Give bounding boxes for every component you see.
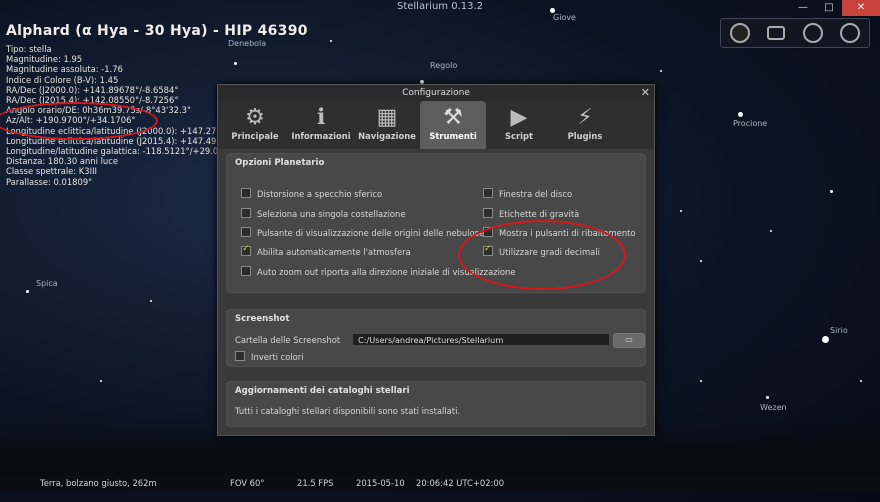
star	[680, 210, 682, 212]
checkbox-label: Seleziona una singola costellazione	[257, 209, 406, 219]
checkbox-box[interactable]	[241, 266, 251, 276]
tab-label: Plugins	[567, 131, 603, 141]
browse-folder-button[interactable]: ▭	[613, 333, 645, 348]
status-fps: 21.5 FPS	[297, 478, 334, 488]
star-procione[interactable]	[738, 112, 743, 117]
tab-label: Informazioni	[291, 131, 351, 141]
info-line: Magnitudine: 1.95	[6, 54, 83, 65]
group-title: Opzioni Planetario	[235, 158, 325, 168]
status-time: 20:06:42 UTC+02:00	[416, 478, 505, 488]
checkbox-invert-colors[interactable]: Inverti colori	[235, 351, 304, 362]
checkbox-box-checked[interactable]	[241, 244, 251, 256]
window-controls: — □ ✕	[790, 0, 880, 16]
checkbox-box[interactable]	[241, 188, 251, 198]
annotation-ellipse-azalt	[0, 102, 158, 140]
star-label-procione: Procione	[733, 119, 768, 128]
tab-label: Navigazione	[358, 131, 416, 141]
status-location[interactable]: Terra, bolzano giusto, 262m	[40, 478, 157, 488]
star	[700, 260, 702, 262]
star	[100, 380, 102, 382]
star	[150, 300, 152, 302]
checkbox-box[interactable]	[235, 351, 245, 361]
folder-icon: ▭	[625, 335, 633, 344]
status-date: 2015-05-10	[356, 478, 405, 488]
minimize-button[interactable]: —	[790, 0, 816, 16]
tab-informazioni[interactable]: ℹ Informazioni	[288, 101, 354, 149]
play-icon: ▶	[510, 105, 528, 130]
target-icon[interactable]	[802, 23, 823, 43]
tab-plugins[interactable]: ⚡ Plugins	[552, 101, 618, 149]
dialog-close-button[interactable]: ✕	[641, 86, 650, 99]
close-button[interactable]: ✕	[842, 0, 880, 16]
annotation-ellipse-decimal	[458, 220, 626, 290]
quit-icon[interactable]	[840, 23, 861, 43]
star-label-sirio: Sirio	[830, 326, 848, 335]
checkbox-box[interactable]	[483, 188, 493, 198]
info-line: Magnitudine assoluta: -1.76	[6, 64, 123, 75]
group-title: Aggiornamenti dei cataloghi stellari	[235, 386, 410, 396]
screenshot-options: Screenshot Cartella delle Screenshot C:/…	[226, 309, 646, 367]
checkbox-box[interactable]	[241, 227, 251, 237]
checkbox-gravity-labels[interactable]: Etichette di gravità	[483, 208, 579, 219]
screenshot-folder-label: Cartella delle Screenshot	[235, 335, 341, 345]
checkbox-box[interactable]	[483, 208, 493, 218]
checkbox-label: Finestra del disco	[499, 189, 573, 199]
checkbox-label: Distorsione a specchio sferico	[257, 189, 383, 199]
checkbox-disk-viewport[interactable]: Finestra del disco	[483, 188, 572, 199]
group-title: Screenshot	[235, 314, 290, 324]
star-spica[interactable]	[26, 290, 29, 293]
star-wezen[interactable]	[766, 396, 769, 399]
tab-navigazione[interactable]: ▦ Navigazione	[354, 101, 420, 149]
info-line: Tipo: stella	[6, 44, 52, 54]
star	[830, 190, 833, 193]
gear-icon: ⚙	[245, 105, 265, 130]
star-label-wezen: Wezen	[760, 403, 787, 412]
maximize-button[interactable]: □	[816, 0, 842, 16]
dialog-title: Configurazione	[218, 85, 654, 101]
checkbox-label: Abilita automaticamente l'atmosfera	[257, 247, 411, 257]
star	[330, 40, 332, 42]
star-catalog-updates: Aggiornamenti dei cataloghi stellari Tut…	[226, 381, 646, 427]
tools-icon: ⚒	[443, 105, 463, 130]
tab-content: Opzioni Planetario Distorsione a specchi…	[226, 153, 646, 429]
checkbox-auto-atmosphere[interactable]: Abilita automaticamente l'atmosfera	[241, 244, 411, 257]
status-fov: FOV 60°	[230, 478, 265, 488]
checkbox-nebula-button[interactable]: Pulsante di visualizzazione delle origin…	[241, 227, 484, 238]
screenshot-folder-input[interactable]: C:/Users/andrea/Pictures/Stellarium	[353, 334, 609, 345]
camera-icon[interactable]	[767, 26, 786, 40]
checkbox-label: Etichette di gravità	[499, 209, 580, 219]
status-bar: Terra, bolzano giusto, 262m FOV 60° 21.5…	[0, 474, 880, 492]
window-title: Stellarium 0.13.2	[396, 1, 484, 12]
tab-script[interactable]: ▶ Script	[486, 101, 552, 149]
star-label-spica: Spica	[36, 279, 58, 288]
checkbox-label: Pulsante di visualizzazione delle origin…	[257, 228, 485, 238]
star	[860, 380, 862, 382]
checkbox-box[interactable]	[241, 208, 251, 218]
tab-principale[interactable]: ⚙ Principale	[222, 101, 288, 149]
star	[700, 380, 702, 382]
tab-label: Strumenti	[429, 131, 477, 141]
object-title: Alphard (α Hya - 30 Hya) - HIP 46390	[6, 23, 308, 39]
checkbox-spherical-mirror[interactable]: Distorsione a specchio sferico	[241, 188, 382, 199]
navigation-icon: ▦	[376, 105, 398, 130]
catalog-status-text: Tutti i cataloghi stellari disponibili s…	[235, 406, 461, 416]
tab-label: Script	[505, 131, 533, 141]
tab-bar: ⚙ Principale ℹ Informazioni ▦ Navigazion…	[218, 101, 654, 149]
star-label-regolo: Regolo	[430, 61, 458, 70]
star-sirio[interactable]	[822, 336, 829, 343]
checkbox-label: Inverti colori	[251, 352, 304, 362]
tab-label: Principale	[231, 131, 279, 141]
star	[770, 230, 772, 232]
checkbox-single-constellation[interactable]: Seleziona una singola costellazione	[241, 208, 406, 219]
star-label-giove: Giove	[553, 13, 576, 22]
info-icon: ℹ	[316, 105, 326, 130]
moon-icon[interactable]	[729, 23, 750, 43]
star	[660, 70, 662, 72]
tab-strumenti[interactable]: ⚒ Strumenti	[420, 101, 486, 149]
plugin-icon: ⚡	[577, 105, 593, 130]
top-toolbar	[720, 18, 870, 48]
